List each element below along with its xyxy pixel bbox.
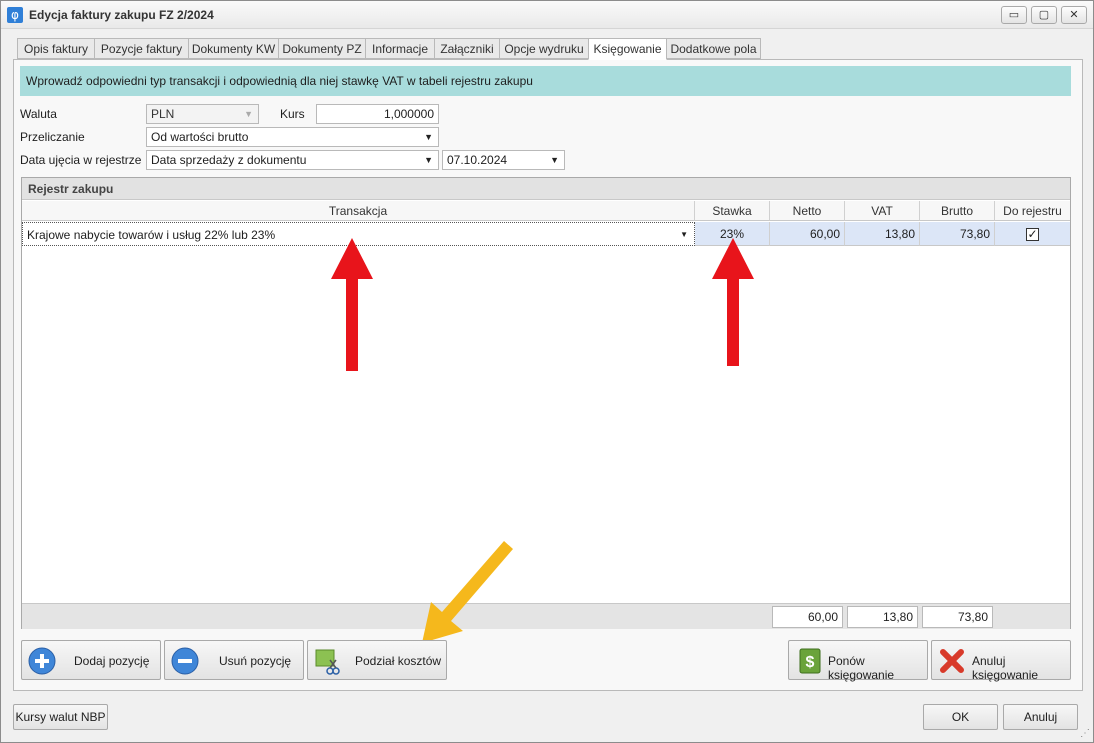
cost-split-button[interactable]: Podział kosztów: [307, 640, 447, 680]
transakcja-cell[interactable]: Krajowe nabycie towarów i usług 22% lub …: [22, 222, 695, 246]
cost-split-label: Podział kosztów: [355, 654, 442, 668]
tab-opis-faktury[interactable]: Opis faktury: [17, 38, 95, 59]
scissors-split-icon: [315, 649, 340, 675]
app-icon: φ: [7, 7, 23, 23]
column-header-netto[interactable]: Netto: [770, 201, 845, 221]
maximize-icon: ▢: [1038, 9, 1050, 21]
kurs-label: Kurs: [280, 107, 305, 121]
red-x-icon: [940, 649, 964, 673]
column-header-transakcja[interactable]: Transakcja: [22, 201, 695, 221]
przeliczanie-select[interactable]: Od wartości brutto ▼: [146, 127, 439, 147]
info-bar: Wprowadź odpowiedni typ transakcji i odp…: [20, 66, 1071, 96]
waluta-select[interactable]: PLN ▼: [146, 104, 259, 124]
brutto-cell[interactable]: 73,80: [920, 222, 995, 246]
do-rejestru-checkbox[interactable]: ✓: [1026, 228, 1039, 242]
waluta-label: Waluta: [20, 107, 57, 121]
maximize-button[interactable]: ▢: [1031, 6, 1057, 24]
tab-ksiegowanie[interactable]: Księgowanie: [588, 38, 667, 60]
window-title: Edycja faktury zakupu FZ 2/2024: [29, 8, 214, 22]
column-header-vat[interactable]: VAT: [845, 201, 920, 221]
remove-position-label: Usuń pozycję: [219, 654, 292, 668]
kurs-input[interactable]: 1,000000: [316, 104, 439, 124]
plus-circle-icon: [28, 647, 56, 675]
cancel-button[interactable]: Anuluj: [1003, 704, 1078, 730]
tab-opcje-wydruku[interactable]: Opcje wydruku: [499, 38, 589, 59]
resize-grip-icon[interactable]: ⋰: [1080, 728, 1090, 739]
title-bar[interactable]: φ Edycja faktury zakupu FZ 2/2024 ▭ ▢ ✕: [1, 1, 1093, 29]
tab-dokumenty-kw[interactable]: Dokumenty KW: [188, 38, 279, 59]
przeliczanie-value: Od wartości brutto: [151, 130, 249, 144]
tab-pozycje-faktury[interactable]: Pozycje faktury: [94, 38, 189, 59]
chevron-down-icon: ▼: [424, 155, 433, 165]
repost-label: Ponów księgowanie: [828, 654, 895, 682]
money-book-icon: $: [799, 648, 821, 674]
rejestr-zakupu-grid: Rejestr zakupu Transakcja Stawka Netto V…: [21, 177, 1071, 629]
repost-button[interactable]: $ Ponów księgowanie: [788, 640, 928, 682]
vat-cell[interactable]: 13,80: [845, 222, 920, 246]
transakcja-value: Krajowe nabycie towarów i usług 22% lub …: [27, 228, 276, 242]
chevron-down-icon: ▼: [424, 132, 433, 142]
nbp-rates-button[interactable]: Kursy walut NBP: [13, 704, 108, 730]
svg-text:$: $: [806, 654, 815, 671]
netto-cell[interactable]: 60,00: [770, 222, 845, 246]
close-icon: ✕: [1069, 9, 1079, 21]
data-type-select[interactable]: Data sprzedaży z dokumentu ▼: [146, 150, 439, 170]
minimize-icon: ▭: [1008, 9, 1020, 21]
minimize-button[interactable]: ▭: [1001, 6, 1027, 24]
chevron-down-icon: ▼: [244, 109, 253, 119]
chevron-down-icon: ▼: [680, 230, 688, 239]
waluta-value: PLN: [151, 107, 175, 121]
column-header-brutto[interactable]: Brutto: [920, 201, 995, 221]
grid-title: Rejestr zakupu: [22, 178, 1070, 200]
dialog-window: φ Edycja faktury zakupu FZ 2/2024 ▭ ▢ ✕ …: [0, 0, 1094, 743]
cancel-posting-label: Anuluj księgowanie: [972, 654, 1039, 682]
tab-dodatkowe-pola[interactable]: Dodatkowe pola: [666, 38, 761, 59]
ok-button[interactable]: OK: [923, 704, 998, 730]
do-rejestru-cell[interactable]: ✓: [995, 222, 1070, 246]
stawka-cell[interactable]: 23%: [695, 222, 770, 246]
chevron-down-icon: ▼: [550, 155, 559, 165]
close-button[interactable]: ✕: [1061, 6, 1087, 24]
column-header-stawka[interactable]: Stawka: [695, 201, 770, 221]
przeliczanie-label: Przeliczanie: [20, 130, 85, 144]
add-position-button[interactable]: Dodaj pozycję: [21, 640, 161, 680]
date-value: 07.10.2024: [447, 153, 508, 167]
tab-zalaczniki[interactable]: Załączniki: [434, 38, 500, 59]
tab-dokumenty-pz[interactable]: Dokumenty PZ: [278, 38, 366, 59]
add-position-label: Dodaj pozycję: [74, 654, 150, 668]
total-vat: 13,80: [847, 606, 918, 628]
tab-informacje[interactable]: Informacje: [365, 38, 435, 59]
data-type-value: Data sprzedaży z dokumentu: [151, 153, 307, 167]
column-header-do-rejestru[interactable]: Do rejestru: [995, 201, 1070, 221]
minus-circle-icon: [171, 647, 199, 675]
cancel-posting-button[interactable]: Anuluj księgowanie: [931, 640, 1071, 682]
total-netto: 60,00: [772, 606, 843, 628]
remove-position-button[interactable]: Usuń pozycję: [164, 640, 304, 680]
total-brutto: 73,80: [922, 606, 993, 628]
date-picker[interactable]: 07.10.2024 ▼: [442, 150, 565, 170]
data-ujecia-label: Data ujęcia w rejestrze: [20, 153, 142, 167]
